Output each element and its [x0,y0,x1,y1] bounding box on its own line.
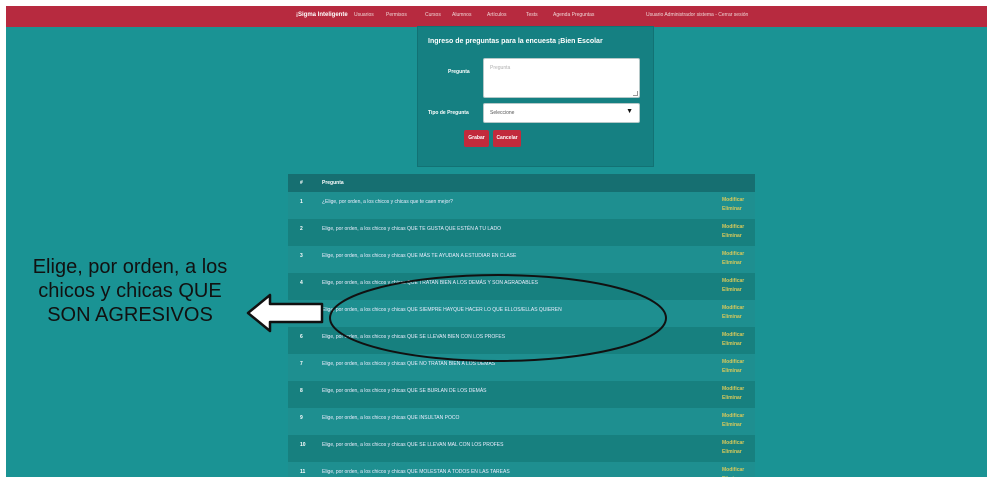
delete-link[interactable]: Eliminar [722,260,742,266]
nav-cursos[interactable]: Cursos [425,12,441,18]
delete-link[interactable]: Eliminar [722,341,742,347]
annotation-line-3: SON AGRESIVOS [47,304,213,326]
question-textarea[interactable]: Pregunta [483,58,640,98]
row-number: 11 [300,469,306,475]
table-row: 9 Elige, por orden, a los chicos y chicas… [288,408,755,435]
edit-link[interactable]: Modificar [722,197,744,203]
table-header: # Pregunta [288,174,755,192]
app-screenshot: ¡Sigma Inteligente Usuarios Permisos Cur… [6,6,987,477]
annotation-line-1: Elige, por orden, a los [32,256,228,278]
header-number: # [300,180,303,186]
edit-link[interactable]: Modificar [722,251,744,257]
edit-link[interactable]: Modificar [722,359,744,365]
edit-link[interactable]: Modificar [722,305,744,311]
delete-link[interactable]: Eliminar [722,287,742,293]
delete-link[interactable]: Eliminar [722,368,742,374]
save-button[interactable]: Grabar [464,130,489,147]
nav-alumnos[interactable]: Alumnos [452,12,471,18]
edit-link[interactable]: Modificar [722,386,744,392]
table-row: 1 ¿Elige, por orden, a los chicos y chica… [288,192,755,219]
delete-link[interactable]: Eliminar [722,233,742,239]
row-question: Elige, por orden, a los chicos y chicas … [322,469,510,475]
dropdown-caret-icon: ▼ [626,108,633,115]
delete-link[interactable]: Eliminar [722,422,742,428]
edit-link[interactable]: Modificar [722,278,744,284]
row-number: 9 [300,415,303,421]
row-question: Elige, por orden, a los chicos y chicas … [322,415,460,421]
table-row: 2 Elige, por orden, a los chicos y chicas… [288,219,755,246]
edit-link[interactable]: Modificar [722,413,744,419]
row-number: 2 [300,226,303,232]
annotation-line-2: chicos y chicas QUE [38,280,222,302]
delete-link[interactable]: Eliminar [722,206,742,212]
cancel-button[interactable]: Cancelar [493,130,521,147]
header-question: Pregunta [322,180,344,186]
type-label: Tipo de Pregunta [428,110,469,116]
row-question: Elige, por orden, a los chicos y chicas … [322,442,504,448]
nav-usuarios[interactable]: Usuarios [354,12,374,18]
row-number: 7 [300,361,303,367]
user-session-link[interactable]: Usuario Administrador sistema - Cerrar s… [646,12,748,18]
row-number: 8 [300,388,303,394]
row-question: ¿Elige, por orden, a los chicos y chicas… [322,199,453,205]
nav-tests[interactable]: Tests [526,12,538,18]
question-form-panel: Ingreso de preguntas para la encuesta ¡B… [417,26,654,167]
nav-agenda-preguntas[interactable]: Agenda Preguntas [553,12,594,18]
top-navbar: ¡Sigma Inteligente Usuarios Permisos Cur… [6,6,987,27]
nav-permisos[interactable]: Permisos [386,12,407,18]
table-row: 8 Elige, por orden, a los chicos y chicas… [288,381,755,408]
question-label: Pregunta [448,69,470,75]
edit-link[interactable]: Modificar [722,440,744,446]
annotation-callout: Elige, por orden, a los chicos y chicas … [16,255,244,327]
nav-articulos[interactable]: Artículos [487,12,506,18]
row-question: Elige, por orden, a los chicos y chicas … [322,226,501,232]
delete-link[interactable]: Eliminar [722,314,742,320]
row-number: 3 [300,253,303,259]
brand-logo[interactable]: ¡Sigma Inteligente [296,12,348,18]
row-number: 4 [300,280,303,286]
table-row: 3 Elige, por orden, a los chicos y chicas… [288,246,755,273]
question-type-value: Seleccione [490,110,515,116]
question-type-select[interactable]: Seleccione ▼ [483,103,640,123]
edit-link[interactable]: Modificar [722,332,744,338]
table-row: 10 Elige, por orden, a los chicos y chica… [288,435,755,462]
question-placeholder: Pregunta [490,65,511,71]
delete-link[interactable]: Eliminar [722,395,742,401]
edit-link[interactable]: Modificar [722,467,744,473]
delete-link[interactable]: Eliminar [722,449,742,455]
highlight-ellipse-icon [329,274,667,362]
table-row: 11 Elige, por orden, a los chicos y chica… [288,462,755,477]
row-question: Elige, por orden, a los chicos y chicas … [322,388,487,394]
annotation-arrow-icon [246,293,324,333]
row-question: Elige, por orden, a los chicos y chicas … [322,253,517,259]
resize-handle-icon[interactable] [633,91,638,96]
edit-link[interactable]: Modificar [722,224,744,230]
row-number: 10 [300,442,306,448]
form-title: Ingreso de preguntas para la encuesta ¡B… [428,38,603,45]
row-number: 1 [300,199,303,205]
